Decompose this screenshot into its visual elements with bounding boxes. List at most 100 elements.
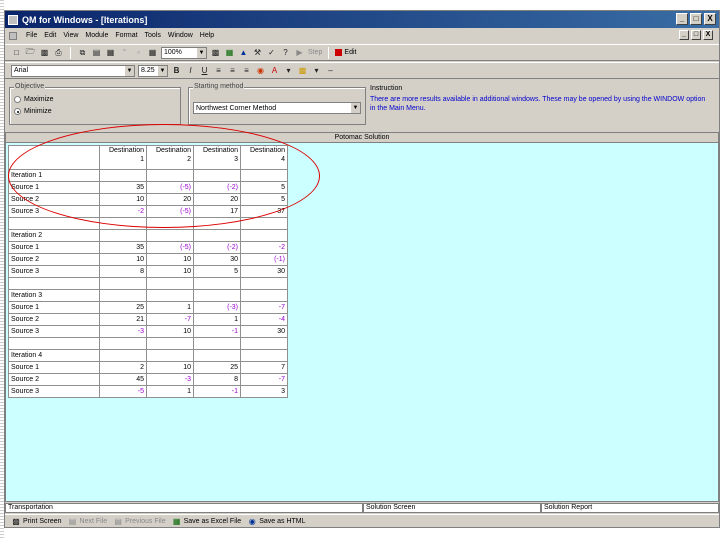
chevron-down-icon[interactable]: ▼ — [125, 65, 134, 76]
menu-view[interactable]: View — [63, 32, 78, 39]
table-cell: -5 — [99, 385, 147, 398]
doc-restore-button[interactable]: □ — [691, 30, 701, 40]
next-file-button[interactable]: ▤ Next File — [68, 517, 107, 527]
empty-cell — [99, 229, 147, 242]
chevron-down-icon[interactable]: ▼ — [158, 65, 167, 76]
save-icon[interactable]: ▩ — [39, 47, 50, 58]
quote-icon[interactable]: “ — [119, 47, 130, 58]
save-html-button[interactable]: ◉ Save as HTML — [247, 517, 306, 527]
table-row: Source 3 8 10 5 30 — [8, 265, 288, 278]
table-cell: 3 — [240, 385, 288, 398]
italic-icon[interactable]: I — [185, 65, 196, 76]
align-left-icon[interactable]: ≡ — [213, 65, 224, 76]
check-icon[interactable]: ✓ — [266, 47, 277, 58]
table-cell: -7 — [240, 301, 288, 314]
empty-cell — [146, 229, 194, 242]
maximize-option[interactable]: Maximize — [14, 96, 54, 103]
menu-format[interactable]: Format — [115, 32, 137, 39]
graph-icon[interactable]: ▲ — [238, 47, 249, 58]
font-color-icon[interactable]: A — [269, 65, 280, 76]
print-screen-button[interactable]: ▩ Print Screen — [11, 517, 61, 527]
document-icon[interactable] — [9, 31, 17, 40]
chart-small-icon[interactable]: ▫ — [133, 47, 144, 58]
maximize-button[interactable]: □ — [690, 13, 702, 25]
menu-bar: File Edit View Module Format Tools Windo… — [5, 29, 719, 42]
chevron-down-icon[interactable]: ▼ — [351, 103, 360, 113]
table-cell: 5 — [240, 193, 288, 206]
menu-tools[interactable]: Tools — [145, 32, 161, 39]
iteration-header-row: Iteration 2 — [8, 229, 288, 242]
zoom-select[interactable]: 100% ▼ — [161, 46, 207, 59]
copy-icon[interactable]: ⧉ — [77, 47, 88, 58]
chevron-down-icon[interactable]: ▼ — [197, 47, 206, 58]
step-label[interactable]: Step — [308, 49, 322, 56]
save-excel-label: Save as Excel File — [183, 518, 242, 525]
underline-icon[interactable]: U — [199, 65, 210, 76]
grid-icon[interactable]: ▦ — [105, 47, 116, 58]
close-button[interactable]: X — [704, 13, 716, 25]
solution-screen-pane[interactable]: Solution Screen — [363, 503, 541, 513]
color-wheel-icon[interactable]: ◉ — [255, 65, 266, 76]
edit-button[interactable]: Edit — [335, 49, 356, 56]
table-cell: 20 — [146, 193, 194, 206]
iteration-header-row: Iteration 4 — [8, 349, 288, 362]
empty-cell — [240, 289, 288, 302]
minimize-radio[interactable] — [14, 108, 21, 115]
empty-cell — [146, 337, 194, 350]
more-options-icon[interactable]: – — [325, 65, 336, 76]
window-controls: _ □ X — [676, 13, 716, 25]
iteration-header-row: Iteration 3 — [8, 289, 288, 302]
doc-minimize-button[interactable]: _ — [679, 30, 689, 40]
empty-cell — [99, 217, 147, 230]
starting-method-value: Northwest Corner Method — [196, 104, 277, 112]
minimize-button[interactable]: _ — [676, 13, 688, 25]
column-header: Destination 1 — [99, 145, 147, 170]
save-excel-button[interactable]: ▦ Save as Excel File — [172, 517, 242, 527]
tools-icon[interactable]: ⚒ — [252, 47, 263, 58]
font-size-select[interactable]: 8.25 ▼ — [138, 64, 168, 77]
menu-edit[interactable]: Edit — [44, 32, 56, 39]
print-icon[interactable]: ⎙ — [53, 47, 64, 58]
calculator-icon[interactable]: ▩ — [210, 47, 221, 58]
step-icon[interactable]: ▶ — [294, 47, 305, 58]
empty-cell — [240, 349, 288, 362]
table-icon[interactable]: ▦ — [147, 47, 158, 58]
instruction-label: Instruction — [370, 85, 403, 92]
menu-window[interactable]: Window — [168, 32, 193, 39]
bold-icon[interactable]: B — [171, 65, 182, 76]
results-grid-area: Potomac Solution Destination 1 Destination… — [5, 132, 719, 502]
previous-file-button[interactable]: ▤ Previous File — [113, 517, 165, 527]
help-icon[interactable]: ? — [280, 47, 291, 58]
doc-close-button[interactable]: X — [703, 30, 713, 40]
empty-cell — [193, 289, 241, 302]
minimize-option[interactable]: Minimize — [14, 108, 52, 115]
paste-icon[interactable]: ▤ — [91, 47, 102, 58]
open-folder-icon[interactable]: 🗁 — [25, 47, 36, 58]
solution-report-pane[interactable]: Solution Report — [541, 503, 719, 513]
previous-file-label: Previous File — [125, 518, 166, 525]
chevron-down-icon[interactable]: ▾ — [283, 65, 294, 76]
fill-color-icon[interactable]: ▩ — [297, 65, 308, 76]
header-corner — [8, 145, 100, 170]
source-label: Source 1 — [8, 181, 100, 194]
starting-method-select[interactable]: Northwest Corner Method ▼ — [193, 102, 361, 114]
table-row: Source 1 35 (-5) (-2) -2 — [8, 241, 288, 254]
maximize-radio[interactable] — [14, 96, 21, 103]
menu-file[interactable]: File — [26, 32, 37, 39]
empty-cell — [99, 289, 147, 302]
menu-help[interactable]: Help — [200, 32, 214, 39]
table-row: Source 1 2 10 25 7 — [8, 361, 288, 374]
align-center-icon[interactable]: ≡ — [227, 65, 238, 76]
new-file-icon[interactable]: □ — [11, 47, 22, 58]
transportation-pane[interactable]: Transportation — [5, 503, 363, 513]
empty-cell — [240, 169, 288, 182]
iteration-label: Iteration 2 — [8, 229, 100, 242]
monitor-icon: ▩ — [12, 517, 20, 526]
spreadsheet-icon[interactable]: ▦ — [224, 47, 235, 58]
starting-method-legend: Starting method — [193, 83, 245, 90]
align-right-icon[interactable]: ≡ — [241, 65, 252, 76]
chevron-down-icon[interactable]: ▾ — [311, 65, 322, 76]
font-name-select[interactable]: Arial ▼ — [11, 64, 135, 77]
starting-method-group: Starting method Northwest Corner Method … — [188, 83, 366, 125]
menu-module[interactable]: Module — [85, 32, 108, 39]
